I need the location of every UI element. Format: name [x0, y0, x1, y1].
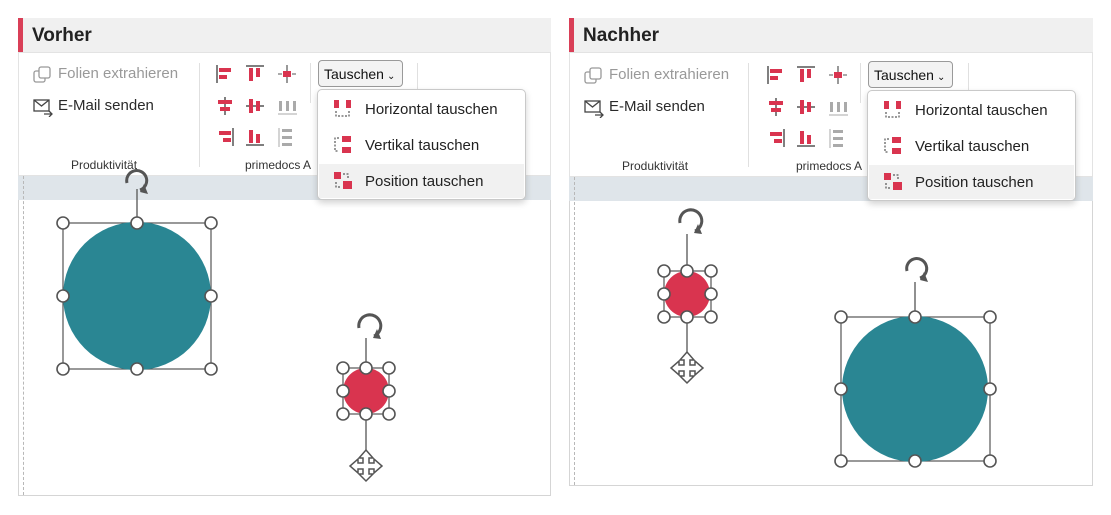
menu-item-vertical-swap[interactable]: Vertikal tauschen [869, 129, 1074, 163]
rotate-handle-icon[interactable] [357, 313, 383, 339]
menu-item-label: Horizontal tauschen [365, 101, 498, 118]
teal-circle-shape[interactable] [842, 316, 988, 462]
swap-position-icon [883, 172, 903, 197]
swap-horizontal-icon [883, 100, 903, 125]
menu-item-position-swap[interactable]: Position tauschen [869, 165, 1074, 199]
rotate-handle-icon[interactable] [678, 208, 704, 234]
menu-item-horizontal-swap[interactable]: Horizontal tauschen [319, 92, 524, 126]
swap-menu: Horizontal tauschen Vertikal tauschen Po… [867, 90, 1076, 201]
swap-vertical-icon [883, 136, 903, 161]
before-panel: Vorher Folien extrahieren E-Mail senden … [18, 18, 551, 496]
swap-horizontal-icon [333, 99, 353, 124]
menu-item-label: Position tauschen [365, 173, 484, 190]
red-circle-shape[interactable] [664, 271, 710, 317]
menu-item-label: Vertikal tauschen [915, 138, 1030, 155]
menu-item-label: Position tauschen [915, 174, 1034, 191]
swap-position-icon [333, 171, 353, 196]
menu-item-label: Horizontal tauschen [915, 102, 1048, 119]
after-panel: Nachher Folien extrahieren E-Mail senden… [569, 18, 1093, 486]
swap-vertical-icon [333, 135, 353, 160]
red-circle-shape[interactable] [343, 368, 389, 414]
menu-item-vertical-swap[interactable]: Vertikal tauschen [319, 128, 524, 162]
teal-circle-shape[interactable] [63, 222, 211, 370]
menu-item-horizontal-swap[interactable]: Horizontal tauschen [869, 93, 1074, 127]
shapes-layer [657, 208, 997, 468]
move-handle-icon[interactable] [348, 448, 384, 483]
menu-item-position-swap[interactable]: Position tauschen [319, 164, 524, 198]
rotate-handle-icon[interactable] [905, 257, 929, 282]
move-handle-icon[interactable] [669, 350, 705, 385]
menu-item-label: Vertikal tauschen [365, 137, 480, 154]
swap-menu: Horizontal tauschen Vertikal tauschen Po… [317, 89, 526, 200]
